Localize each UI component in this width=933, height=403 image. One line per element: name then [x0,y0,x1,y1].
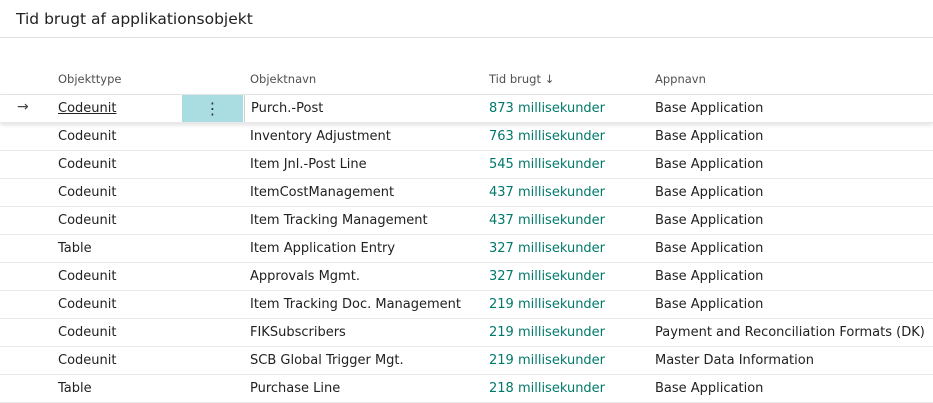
time-spent-cell[interactable]: 219 millisekunder [489,325,605,340]
time-spent-cell[interactable]: 437 millisekunder [489,213,605,228]
column-header-time-spent-label: Tid brugt [489,72,541,86]
object-type-cell: Table [58,241,92,256]
row-actions-button[interactable]: ⋮ [182,95,243,122]
table-row[interactable]: Table Purchase Line 218 millisekunder Ba… [0,375,933,403]
object-type-cell: Codeunit [58,269,117,284]
app-name-cell: Master Data Information [655,353,814,368]
column-header-object-type[interactable]: Objekttype [58,72,121,86]
app-name-cell: Base Application [655,213,764,228]
table-row[interactable]: Codeunit Item Jnl.-Post Line 545 millise… [0,151,933,179]
time-spent-cell[interactable]: 545 millisekunder [489,157,605,172]
app-name-cell: Base Application [655,269,764,284]
app-name-cell: Base Application [655,157,764,172]
time-spent-cell[interactable]: 327 millisekunder [489,241,605,256]
object-type-cell[interactable]: Codeunit [58,101,116,116]
app-name-cell: Base Application [655,185,764,200]
time-spent-cell[interactable]: 873 millisekunder [489,101,605,116]
object-type-cell: Codeunit [58,297,117,312]
object-name-cell: Item Tracking Management [250,213,428,228]
column-header-time-spent[interactable]: Tid brugt ↓ [489,72,554,86]
table-row[interactable]: Codeunit FIKSubscribers 219 millisekunde… [0,319,933,347]
table-row[interactable]: Codeunit Inventory Adjustment 763 millis… [0,123,933,151]
app-name-cell: Base Application [655,297,764,312]
object-type-cell: Codeunit [58,157,117,172]
grid-header: Objekttype Objektnavn Tid brugt ↓ Appnav… [0,66,933,95]
page-header: Tid brugt af applikationsobjekt [0,0,933,38]
time-spent-cell[interactable]: 218 millisekunder [489,381,605,396]
current-row-arrow-icon: → [17,99,29,115]
object-type-cell: Table [58,381,92,396]
column-header-object-name[interactable]: Objektnavn [250,72,316,86]
table-row[interactable]: Codeunit Approvals Mgmt. 327 millisekund… [0,263,933,291]
sort-descending-icon: ↓ [544,72,555,86]
data-grid: Objekttype Objektnavn Tid brugt ↓ Appnav… [0,66,933,403]
table-row[interactable]: Codeunit Item Tracking Doc. Management 2… [0,291,933,319]
object-type-cell: Codeunit [58,213,117,228]
time-spent-cell[interactable]: 437 millisekunder [489,185,605,200]
object-name-cell: Item Jnl.-Post Line [250,157,367,172]
more-options-icon: ⋮ [204,99,221,118]
object-name-cell: Inventory Adjustment [250,129,391,144]
object-name-cell: ItemCostManagement [250,185,395,200]
time-spent-cell[interactable]: 327 millisekunder [489,269,605,284]
column-header-app-name[interactable]: Appnavn [655,72,706,86]
object-name-cell: FIKSubscribers [250,325,346,340]
time-spent-cell[interactable]: 219 millisekunder [489,297,605,312]
object-type-cell: Codeunit [58,129,117,144]
object-name-cell-box[interactable]: Purch.-Post [244,95,484,122]
object-name-cell: Item Application Entry [250,241,396,256]
object-name-cell: Item Tracking Doc. Management [250,297,461,312]
table-row[interactable]: Codeunit Item Tracking Management 437 mi… [0,207,933,235]
table-row[interactable]: Table Item Application Entry 327 millise… [0,235,933,263]
object-name-cell: Purchase Line [250,381,341,396]
object-name-cell: Purch.-Post [251,101,324,116]
table-row[interactable]: Codeunit ItemCostManagement 437 millisek… [0,179,933,207]
page-title: Tid brugt af applikationsobjekt [16,9,253,28]
app-name-cell: Base Application [655,241,764,256]
time-spent-cell[interactable]: 219 millisekunder [489,353,605,368]
app-name-cell: Base Application [655,129,764,144]
object-type-cell: Codeunit [58,185,117,200]
time-spent-cell[interactable]: 763 millisekunder [489,129,605,144]
app-name-cell: Base Application [655,381,764,396]
table-row[interactable]: → Codeunit ⋮ Purch.-Post 873 millisekund… [0,95,933,123]
object-name-cell: SCB Global Trigger Mgt. [250,353,404,368]
object-type-cell: Codeunit [58,353,117,368]
object-type-cell: Codeunit [58,325,117,340]
app-name-cell: Payment and Reconciliation Formats (DK) [655,325,925,340]
table-row[interactable]: Codeunit SCB Global Trigger Mgt. 219 mil… [0,347,933,375]
app-name-cell: Base Application [655,101,764,116]
object-name-cell: Approvals Mgmt. [250,269,360,284]
